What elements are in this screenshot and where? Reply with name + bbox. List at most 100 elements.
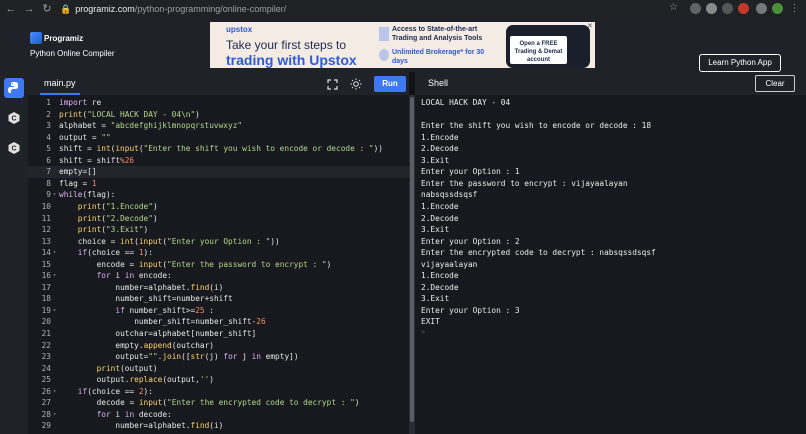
- cpp-language-button[interactable]: C: [4, 138, 24, 158]
- run-button[interactable]: Run: [374, 76, 406, 92]
- shell-output[interactable]: LOCAL HACK DAY - 04 Enter the shift you w…: [415, 95, 806, 434]
- code-line[interactable]: 3 alphabet = "abcdefghijklmnopqrstuvwxyz": [28, 120, 409, 132]
- menu-icon[interactable]: ⋮: [789, 3, 800, 14]
- code-line[interactable]: 7 empty=[]: [28, 166, 409, 178]
- shell-line: 1.Encode: [421, 201, 459, 211]
- code-line[interactable]: 17 number=alphabet.find(i): [28, 282, 409, 294]
- code-text: print("2.Decode"): [77, 213, 158, 223]
- code-line[interactable]: 4 output = "": [28, 132, 409, 144]
- shell-line: Enter the shift you wish to encode or de…: [421, 121, 652, 131]
- fold-arrow-icon[interactable]: ▾: [51, 386, 58, 398]
- shell-line: 3.Exit: [421, 155, 450, 165]
- forward-icon[interactable]: →: [22, 2, 36, 16]
- fold-arrow-icon[interactable]: ▾: [51, 247, 58, 259]
- code-text: empty.append(outchar): [115, 340, 214, 350]
- code-line[interactable]: 16 ▾ for i in encode:: [28, 270, 409, 282]
- fold-arrow-icon[interactable]: ▾: [51, 270, 58, 282]
- code-line[interactable]: 15 encode = input("Enter the password to …: [28, 259, 409, 271]
- code-line[interactable]: 24 print(output): [28, 363, 409, 375]
- line-number: 23: [41, 352, 51, 362]
- svg-text:C: C: [11, 116, 16, 123]
- svg-text:C: C: [11, 146, 16, 153]
- profile-avatar[interactable]: [772, 3, 783, 14]
- line-number: 28: [41, 409, 51, 419]
- fold-arrow-icon[interactable]: ▾: [51, 305, 58, 317]
- code-text: print("1.Encode"): [77, 201, 158, 211]
- code-line[interactable]: 14 ▾ if(choice == 1):: [28, 247, 409, 259]
- code-line[interactable]: 27 decode = input("Enter the encrypted co…: [28, 397, 409, 409]
- code-line[interactable]: 12 print("3.Exit"): [28, 224, 409, 236]
- code-text: while(flag):: [59, 190, 116, 200]
- code-line[interactable]: 2 print("LOCAL HACK DAY - 04\n"): [28, 109, 409, 121]
- code-editor[interactable]: 1 import re 2 print("LOCAL HACK DAY - 04\n"…: [28, 95, 409, 434]
- extension-icon[interactable]: [756, 3, 767, 14]
- code-line[interactable]: 19 ▾ if number_shift>=25 :: [28, 305, 409, 317]
- code-line[interactable]: 26 ▾ if(choice == 2):: [28, 386, 409, 398]
- line-number: 2: [46, 109, 51, 119]
- clear-button[interactable]: Clear: [755, 75, 795, 92]
- line-number: 6: [46, 155, 51, 165]
- ad-cta[interactable]: Open a FREE Trading & Demat account: [510, 36, 567, 64]
- code-line[interactable]: 18 number_shift=number+shift: [28, 293, 409, 305]
- extension-icon[interactable]: [738, 3, 749, 14]
- fold-arrow-icon[interactable]: ▾: [51, 409, 58, 421]
- reload-icon[interactable]: ↻: [40, 2, 54, 16]
- code-line[interactable]: 21 outchar=alphabet[number_shift]: [28, 328, 409, 340]
- code-line[interactable]: 13 choice = int(input("Enter your Option …: [28, 236, 409, 248]
- code-line[interactable]: 23 output="".join([str(j) for j in empty]…: [28, 351, 409, 363]
- shell-prompt[interactable]: >: [421, 328, 425, 336]
- fold-arrow-icon[interactable]: ▾: [51, 189, 58, 201]
- code-line[interactable]: 20 number_shift=number_shift-26: [28, 316, 409, 328]
- address-bar[interactable]: 🔒 programiz.com /python-programming/onli…: [60, 2, 680, 16]
- code-line[interactable]: 9 ▾ while(flag):: [28, 189, 409, 201]
- code-text: print(output): [96, 363, 158, 373]
- code-text: number=alphabet.find(i): [115, 282, 224, 292]
- url-path: /python-programming/online-compiler/: [134, 4, 287, 14]
- back-icon[interactable]: ←: [4, 2, 18, 16]
- code-line[interactable]: 10 print("1.Encode"): [28, 201, 409, 213]
- c-lang-icon: C: [8, 112, 20, 124]
- code-line[interactable]: 25 output.replace(output,''): [28, 374, 409, 386]
- editor-scrollbar-thumb[interactable]: [410, 97, 414, 422]
- code-line[interactable]: 5 shift = int(input("Enter the shift you …: [28, 143, 409, 155]
- file-tab-main[interactable]: main.py: [40, 72, 80, 95]
- ad-headline-2: trading with Upstox: [226, 52, 357, 68]
- line-number: 17: [41, 282, 51, 292]
- extension-icon[interactable]: [690, 3, 701, 14]
- code-line[interactable]: 1 import re: [28, 97, 409, 109]
- learn-python-app-button[interactable]: Learn Python App: [699, 54, 781, 72]
- code-line[interactable]: 28 ▾ for i in decode:: [28, 409, 409, 421]
- extension-icon[interactable]: [722, 3, 733, 14]
- code-line[interactable]: 6 shift = shift%26: [28, 155, 409, 167]
- programiz-logo[interactable]: Programiz: [30, 32, 83, 44]
- extension-icon[interactable]: [706, 3, 717, 14]
- lock-icon: 🔒: [60, 3, 72, 14]
- line-number: 12: [41, 225, 51, 235]
- fullscreen-icon[interactable]: [324, 76, 340, 92]
- code-text: number_shift=number_shift-26: [134, 317, 266, 327]
- code-text: output.replace(output,''): [96, 375, 214, 385]
- code-text: print("LOCAL HACK DAY - 04\n"): [59, 109, 200, 119]
- line-number: 1: [46, 98, 51, 107]
- ad-close-icon[interactable]: ✕: [587, 22, 593, 30]
- theme-toggle-icon[interactable]: [348, 76, 364, 92]
- code-text: import re: [59, 98, 102, 107]
- code-line[interactable]: 8 flag = 1: [28, 178, 409, 190]
- line-number: 21: [41, 329, 51, 338]
- line-number: 5: [46, 144, 51, 154]
- code-line[interactable]: 29 number=alphabet.find(i): [28, 420, 409, 432]
- cpp-lang-icon: C: [8, 142, 20, 154]
- code-line[interactable]: 22 empty.append(outchar): [28, 340, 409, 352]
- shell-header: Shell Clear: [415, 72, 806, 95]
- ad-headline-1: Take your first steps to: [226, 38, 347, 52]
- line-number: 13: [41, 236, 51, 246]
- code-text: output="".join([str(j) for j in empty]): [115, 352, 299, 362]
- ad-feature-2: Unlimited Brokerage* for 30 days: [392, 49, 485, 65]
- shell-line: Enter your Option : 2: [421, 236, 520, 246]
- c-language-button[interactable]: C: [4, 108, 24, 128]
- python-language-button[interactable]: [4, 78, 24, 98]
- bookmark-star-icon[interactable]: ☆: [669, 2, 678, 13]
- shell-line: LOCAL HACK DAY - 04: [421, 98, 511, 107]
- page-title: Python Online Compiler: [30, 49, 115, 58]
- code-line[interactable]: 11 print("2.Decode"): [28, 213, 409, 225]
